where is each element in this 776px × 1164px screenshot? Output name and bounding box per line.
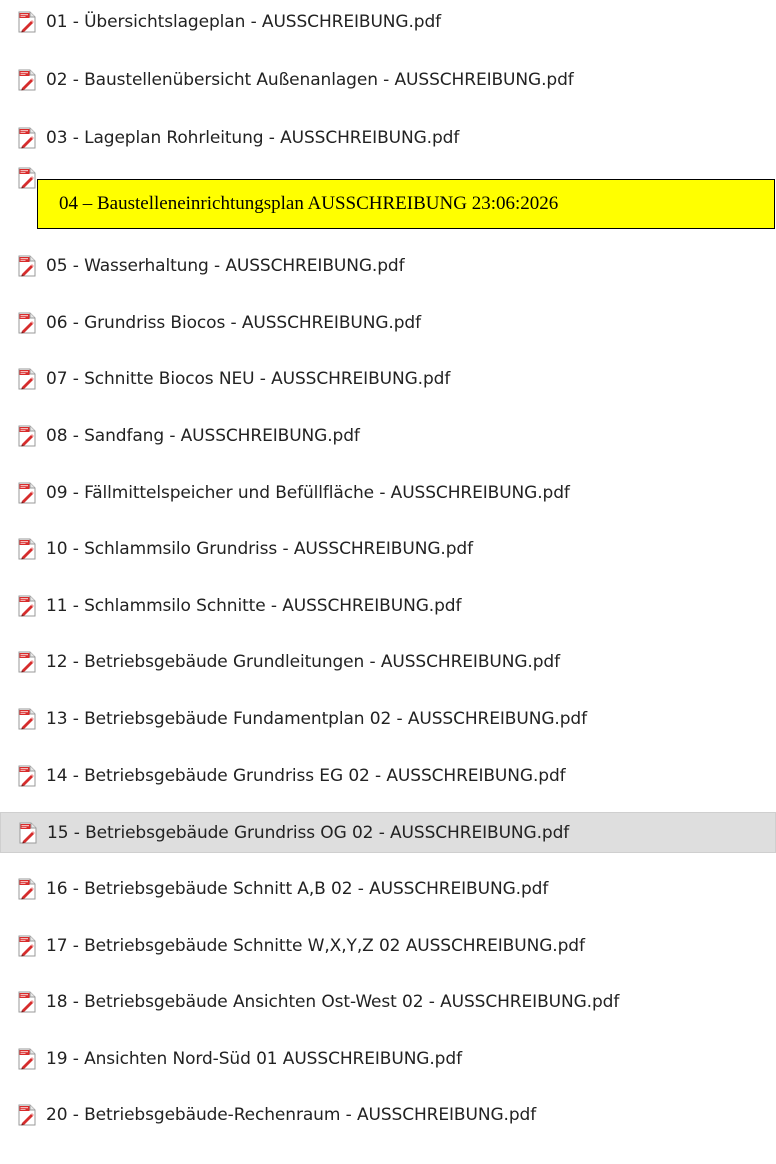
file-list: 01 - Übersichtslageplan - AUSSCHREIBUNG.… <box>0 0 776 1164</box>
pdf-file-icon <box>18 822 38 844</box>
pdf-file-icon <box>17 127 37 149</box>
pdf-file-icon <box>17 1048 37 1070</box>
pdf-file-icon <box>17 167 37 189</box>
file-name: 05 - Wasserhaltung - AUSSCHREIBUNG.pdf <box>46 256 405 276</box>
file-name: 06 - Grundriss Biocos - AUSSCHREIBUNG.pd… <box>46 313 421 333</box>
pdf-file-icon <box>17 11 37 33</box>
file-name: 13 - Betriebsgebäude Fundamentplan 02 - … <box>46 709 587 729</box>
pdf-file-icon <box>17 425 37 447</box>
file-name: 17 - Betriebsgebäude Schnitte W,X,Y,Z 02… <box>46 936 585 956</box>
file-item[interactable]: 09 - Fällmittelspeicher und Befüllfläche… <box>0 474 776 512</box>
file-name: 09 - Fällmittelspeicher und Befüllfläche… <box>46 483 570 503</box>
file-name: 02 - Baustellenübersicht Außenanlagen - … <box>46 70 574 90</box>
file-item[interactable]: 11 - Schlammsilo Schnitte - AUSSCHREIBUN… <box>0 587 776 625</box>
file-item[interactable]: 14 - Betriebsgebäude Grundriss EG 02 - A… <box>0 757 776 795</box>
file-item[interactable]: 03 - Lageplan Rohrleitung - AUSSCHREIBUN… <box>0 119 776 157</box>
file-item[interactable]: 08 - Sandfang - AUSSCHREIBUNG.pdf <box>0 417 776 455</box>
file-item[interactable]: 17 - Betriebsgebäude Schnitte W,X,Y,Z 02… <box>0 927 776 965</box>
pdf-file-icon <box>17 368 37 390</box>
file-name: 07 - Schnitte Biocos NEU - AUSSCHREIBUNG… <box>46 369 451 389</box>
file-item-selected[interactable]: 15 - Betriebsgebäude Grundriss OG 02 - A… <box>0 812 776 853</box>
file-item[interactable]: 02 - Baustellenübersicht Außenanlagen - … <box>0 61 776 99</box>
pdf-file-icon <box>17 765 37 787</box>
pdf-file-icon <box>17 1104 37 1126</box>
file-item[interactable]: 18 - Betriebsgebäude Ansichten Ost-West … <box>0 983 776 1021</box>
pdf-file-icon <box>17 69 37 91</box>
file-item[interactable]: 07 - Schnitte Biocos NEU - AUSSCHREIBUNG… <box>0 360 776 398</box>
file-name: 10 - Schlammsilo Grundriss - AUSSCHREIBU… <box>46 539 473 559</box>
file-name: 15 - Betriebsgebäude Grundriss OG 02 - A… <box>47 822 570 843</box>
file-name: 12 - Betriebsgebäude Grundleitungen - AU… <box>46 652 560 672</box>
pdf-file-icon <box>17 538 37 560</box>
file-name: 20 - Betriebsgebäude-Rechenraum - AUSSCH… <box>46 1105 537 1125</box>
file-name: 03 - Lageplan Rohrleitung - AUSSCHREIBUN… <box>46 128 460 148</box>
highlighted-file-label: 04 – Baustelleneinrichtungsplan AUSSCHRE… <box>37 179 775 229</box>
pdf-file-icon <box>17 991 37 1013</box>
pdf-file-icon <box>17 255 37 277</box>
file-name: 16 - Betriebsgebäude Schnitt A,B 02 - AU… <box>46 879 549 899</box>
file-item[interactable]: 20 - Betriebsgebäude-Rechenraum - AUSSCH… <box>0 1096 776 1134</box>
pdf-file-icon <box>17 595 37 617</box>
pdf-file-icon <box>17 878 37 900</box>
pdf-file-icon <box>17 482 37 504</box>
file-item[interactable]: 01 - Übersichtslageplan - AUSSCHREIBUNG.… <box>0 3 776 41</box>
pdf-file-icon <box>17 312 37 334</box>
file-name: 08 - Sandfang - AUSSCHREIBUNG.pdf <box>46 426 360 446</box>
pdf-file-icon <box>17 708 37 730</box>
file-name: 14 - Betriebsgebäude Grundriss EG 02 - A… <box>46 766 566 786</box>
file-name: 11 - Schlammsilo Schnitte - AUSSCHREIBUN… <box>46 596 462 616</box>
file-item[interactable]: 05 - Wasserhaltung - AUSSCHREIBUNG.pdf <box>0 247 776 285</box>
pdf-file-icon <box>17 651 37 673</box>
file-name: 18 - Betriebsgebäude Ansichten Ost-West … <box>46 992 620 1012</box>
file-item[interactable]: 13 - Betriebsgebäude Fundamentplan 02 - … <box>0 700 776 738</box>
file-item[interactable]: 06 - Grundriss Biocos - AUSSCHREIBUNG.pd… <box>0 304 776 342</box>
file-item[interactable]: 19 - Ansichten Nord-Süd 01 AUSSCHREIBUNG… <box>0 1040 776 1078</box>
file-item[interactable]: 16 - Betriebsgebäude Schnitt A,B 02 - AU… <box>0 870 776 908</box>
file-name: 19 - Ansichten Nord-Süd 01 AUSSCHREIBUNG… <box>46 1049 462 1069</box>
file-item[interactable]: 12 - Betriebsgebäude Grundleitungen - AU… <box>0 643 776 681</box>
pdf-file-icon <box>17 935 37 957</box>
file-name: 01 - Übersichtslageplan - AUSSCHREIBUNG.… <box>46 12 442 32</box>
file-item[interactable]: 10 - Schlammsilo Grundriss - AUSSCHREIBU… <box>0 530 776 568</box>
